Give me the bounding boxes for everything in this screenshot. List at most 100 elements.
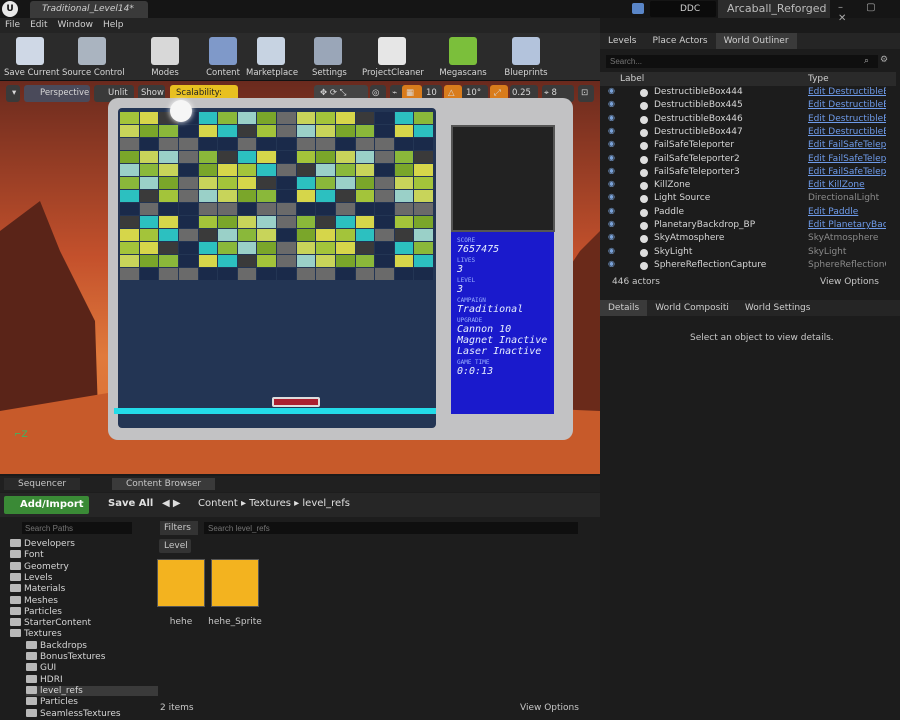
actor-type[interactable]: Edit DestructibleBo: [808, 100, 886, 110]
tree-folder[interactable]: Textures: [10, 629, 62, 639]
eye-icon[interactable]: ◉: [608, 206, 615, 215]
eye-icon[interactable]: ◉: [608, 192, 615, 201]
tree-folder[interactable]: Levels: [10, 572, 52, 583]
actor-type[interactable]: Edit FailSafeTelepo: [808, 154, 886, 164]
tree-folder[interactable]: Geometry: [10, 561, 69, 572]
eye-icon[interactable]: ◉: [608, 99, 615, 108]
toolbar-content-button[interactable]: Content: [204, 35, 242, 79]
outliner-row[interactable]: ◉ SkyLight SkyLight: [600, 246, 888, 259]
actor-type[interactable]: Edit DestructibleBo: [808, 127, 886, 137]
actor-type[interactable]: Edit Paddle: [808, 207, 886, 217]
eye-icon[interactable]: ◉: [608, 179, 615, 188]
crumb-content[interactable]: Content: [198, 498, 238, 509]
nav-back-forward[interactable]: ◀ ▶: [162, 498, 181, 509]
outliner-row[interactable]: ◉ FailSafeTeleporter3 Edit FailSafeTelepo: [600, 166, 888, 179]
eye-icon[interactable]: ◉: [608, 113, 615, 122]
perspective-button[interactable]: Perspective: [24, 85, 90, 102]
tab-content-browser[interactable]: Content Browser: [112, 478, 216, 490]
outliner-row[interactable]: ◉ Paddle Edit Paddle: [600, 206, 888, 219]
toolbar-modes-button[interactable]: Modes: [146, 35, 184, 79]
tab-world-composition[interactable]: World Compositi: [647, 300, 737, 316]
outliner-options-icon[interactable]: ⚙: [880, 55, 888, 65]
crumb-level-refs[interactable]: level_refs: [302, 498, 350, 509]
outliner-row[interactable]: ◉ KillZone Edit KillZone: [600, 179, 888, 192]
time-label: GAME TIME: [457, 359, 490, 366]
actor-type[interactable]: Edit DestructibleBo: [808, 87, 886, 97]
outliner-row[interactable]: ◉ DestructibleBox444 Edit DestructibleBo: [600, 86, 888, 99]
toolbar-megascans-button[interactable]: Megascans: [438, 35, 488, 79]
actor-type[interactable]: Edit DestructibleBo: [808, 114, 886, 124]
tree-folder[interactable]: Materials: [10, 584, 65, 594]
outliner-row[interactable]: ◉ Light Source DirectionalLight: [600, 192, 888, 205]
tab-levels[interactable]: Levels: [600, 33, 644, 49]
tree-folder[interactable]: Particles: [10, 606, 62, 617]
toolbar-blueprints-button[interactable]: Blueprints: [500, 35, 552, 79]
tab-world-settings[interactable]: World Settings: [737, 300, 819, 316]
brick: [159, 229, 178, 241]
toolbar-settings-button[interactable]: Settings: [312, 35, 347, 79]
outliner-row[interactable]: ◉ DestructibleBox445 Edit DestructibleBo: [600, 99, 888, 112]
source-control-status-icon[interactable]: [632, 3, 644, 14]
ddc-button[interactable]: DDC: [650, 1, 716, 17]
tab-sequencer[interactable]: Sequencer: [4, 478, 81, 490]
outliner-row[interactable]: ◉ SphereReflectionCapture SphereReflection…: [600, 259, 888, 272]
eye-icon[interactable]: ◉: [608, 166, 615, 175]
tab-place-actors[interactable]: Place Actors: [644, 33, 715, 49]
actor-type[interactable]: Edit KillZone: [808, 180, 886, 190]
eye-icon[interactable]: ◉: [608, 126, 615, 135]
outliner-row[interactable]: ◉ SkyAtmosphere SkyAtmosphere: [600, 232, 888, 245]
menu-help[interactable]: Help: [98, 18, 129, 32]
tab-world-outliner[interactable]: World Outliner: [715, 33, 797, 49]
add-import-button[interactable]: Add/Import: [4, 496, 89, 514]
tree-folder[interactable]: Font: [10, 550, 44, 560]
tree-folder[interactable]: Meshes: [10, 595, 58, 606]
menu-file[interactable]: File: [0, 18, 25, 32]
toolbar-save-button[interactable]: Save Current: [4, 35, 60, 79]
outliner-view-options[interactable]: View Options: [820, 277, 879, 287]
texture-thumbnail-icon[interactable]: [211, 559, 259, 607]
eye-icon[interactable]: ◉: [608, 86, 615, 95]
tree-folder[interactable]: BonusTextures: [26, 652, 105, 662]
actor-type[interactable]: Edit PlanetaryBack: [808, 220, 886, 230]
outliner-row[interactable]: ◉ PlanetaryBackdrop_BP Edit PlanetaryBack: [600, 219, 888, 232]
tree-folder[interactable]: StarterContent: [10, 618, 91, 628]
outliner-row[interactable]: ◉ FailSafeTeleporter2 Edit FailSafeTelepo: [600, 153, 888, 166]
level-tab[interactable]: Traditional_Level14*: [30, 1, 148, 18]
tree-folder[interactable]: HDRI: [26, 674, 63, 685]
tree-folder[interactable]: Particles: [26, 697, 78, 707]
actor-type[interactable]: Edit FailSafeTelepo: [808, 167, 886, 177]
eye-icon[interactable]: ◉: [608, 246, 615, 255]
window-controls[interactable]: – ▢ ✕: [838, 2, 898, 24]
light-source-icon[interactable]: [170, 100, 192, 122]
content-view-options[interactable]: View Options: [520, 703, 579, 713]
tree-folder[interactable]: Backdrops: [26, 640, 87, 651]
toolbar-marketplace-button[interactable]: Marketplace: [246, 35, 298, 79]
col-label[interactable]: Label: [620, 74, 644, 84]
tree-folder[interactable]: Developers: [10, 539, 75, 549]
toolbar-source-control-button[interactable]: Source Control: [62, 35, 125, 79]
menu-window[interactable]: Window: [53, 18, 99, 32]
crumb-textures[interactable]: Textures: [249, 498, 291, 509]
eye-icon[interactable]: ◉: [608, 153, 615, 162]
tree-folder[interactable]: GUI: [26, 663, 56, 673]
outliner-row[interactable]: ◉ DestructibleBox446 Edit DestructibleBo: [600, 113, 888, 126]
tree-folder-label: Materials: [24, 584, 66, 595]
save-all-button[interactable]: Save All: [96, 498, 153, 509]
viewport-options-button[interactable]: ▾: [6, 85, 20, 102]
toolbar-trash-button[interactable]: ProjectCleaner: [362, 35, 424, 79]
tree-folder[interactable]: level_refs: [26, 685, 158, 696]
texture-thumbnail-icon[interactable]: [157, 559, 205, 607]
eye-icon[interactable]: ◉: [608, 232, 615, 241]
eye-icon[interactable]: ◉: [608, 219, 615, 228]
outliner-row[interactable]: ◉ FailSafeTeleporter Edit FailSafeTelepo: [600, 139, 888, 152]
tab-details[interactable]: Details: [600, 300, 648, 316]
eye-icon[interactable]: ◉: [608, 259, 615, 268]
maximize-viewport-icon[interactable]: ⊡: [578, 85, 594, 102]
menu-edit[interactable]: Edit: [25, 18, 52, 32]
col-type[interactable]: Type: [808, 74, 829, 84]
eye-icon[interactable]: ◉: [608, 139, 615, 148]
outliner-row[interactable]: ◉ DestructibleBox447 Edit DestructibleBo: [600, 126, 888, 139]
outliner-search-input[interactable]: [606, 55, 878, 68]
actor-type[interactable]: Edit FailSafeTelepo: [808, 140, 886, 150]
tree-folder[interactable]: SeamlessTextures: [26, 708, 121, 719]
